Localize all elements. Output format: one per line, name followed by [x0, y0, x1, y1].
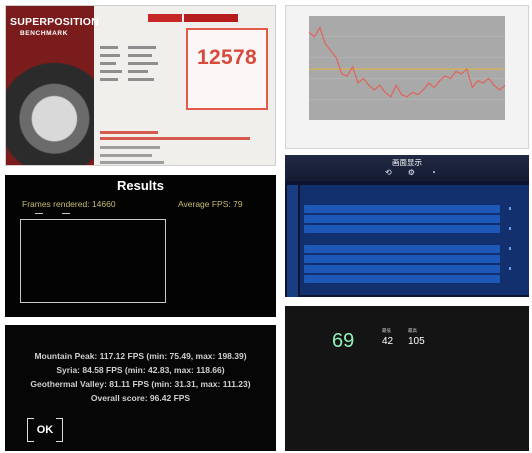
- superposition-logo-title: SUPERPOSITION: [10, 16, 99, 28]
- settings-row[interactable]: [304, 225, 500, 233]
- frames-rendered: Frames rendered: 14660: [22, 199, 116, 209]
- max-fps-value: 105: [408, 336, 425, 347]
- fps-line-chart: [308, 16, 506, 120]
- settings-row[interactable]: [304, 215, 500, 223]
- report-spec-list: [100, 44, 180, 84]
- row-indicator: [509, 227, 511, 230]
- results-panel: Results Frames rendered: 14660 Average F…: [5, 175, 276, 317]
- report-header-tab-1: [148, 14, 182, 22]
- row-indicator: [509, 247, 511, 250]
- report-detail-line: [100, 154, 152, 157]
- superposition-artwork: SUPERPOSITION BENCHMARK: [6, 6, 99, 165]
- settings-row[interactable]: [304, 245, 500, 253]
- settings-tab-icon[interactable]: ⟲: [385, 168, 392, 177]
- report-link-line: [100, 131, 158, 134]
- settings-row[interactable]: [304, 275, 500, 283]
- settings-row[interactable]: [304, 255, 500, 263]
- score-line: Geothermal Valley: 81.11 FPS (min: 31.31…: [30, 379, 251, 389]
- row-indicator: [509, 267, 511, 270]
- settings-side-strip: [287, 185, 298, 297]
- results-legend: [35, 211, 73, 216]
- settings-tab-icons: ⟲ ⚙ ◔: [385, 168, 436, 177]
- max-fps-header: 最高: [408, 328, 417, 333]
- system-info: [178, 215, 273, 299]
- row-indicator: [509, 207, 511, 210]
- info-value: [178, 273, 273, 278]
- score-line: Overall score: 96.42 FPS: [90, 393, 191, 403]
- superposition-report-panel: SUPERPOSITION BENCHMARK 12578: [5, 5, 276, 166]
- current-fps: 69: [332, 330, 355, 352]
- score-box: 12578: [186, 28, 268, 110]
- info-label: [178, 224, 273, 229]
- settings-title: 画面显示: [392, 158, 422, 167]
- info-value: [178, 252, 273, 257]
- gauge-icon[interactable]: ◔: [431, 168, 436, 177]
- plot-background: [309, 16, 505, 120]
- report-detail-line: [100, 161, 164, 164]
- min-fps-value: 42: [382, 336, 394, 347]
- results-plot-area: [20, 219, 166, 303]
- performance-monitor-panel: 69 最低 42 最高 105: [285, 306, 529, 451]
- score-line: Syria: 84.58 FPS (min: 42.83, max: 118.6…: [56, 365, 225, 375]
- benchmark-scores-panel: Mountain Peak: 117.12 FPS (min: 75.49, m…: [5, 325, 276, 451]
- display-settings-panel: 画面显示 ⟲ ⚙ ◔: [285, 155, 529, 297]
- settings-content: [300, 185, 529, 295]
- superposition-logo-subtitle: BENCHMARK: [20, 30, 69, 37]
- info-label: [178, 287, 273, 292]
- results-title: Results: [117, 178, 164, 193]
- info-value: [178, 294, 273, 299]
- info-label: [178, 266, 273, 271]
- gear-icon[interactable]: ⚙: [408, 168, 415, 177]
- settings-row[interactable]: [304, 205, 500, 213]
- report-link-line: [100, 137, 250, 140]
- info-value: [178, 231, 273, 236]
- info-label: [178, 245, 273, 250]
- average-fps: Average FPS: 79: [178, 199, 243, 209]
- score-line: Mountain Peak: 117.12 FPS (min: 75.49, m…: [34, 351, 247, 361]
- min-fps-header: 最低: [382, 328, 391, 333]
- report-header-tab-2: [184, 14, 238, 22]
- fps-line-chart-panel: [285, 5, 529, 149]
- settings-row[interactable]: [304, 265, 500, 273]
- score-subtitle: [188, 72, 266, 77]
- superposition-score: 12578: [197, 46, 257, 69]
- report-detail-line: [100, 146, 160, 149]
- ok-button[interactable]: OK: [27, 418, 63, 442]
